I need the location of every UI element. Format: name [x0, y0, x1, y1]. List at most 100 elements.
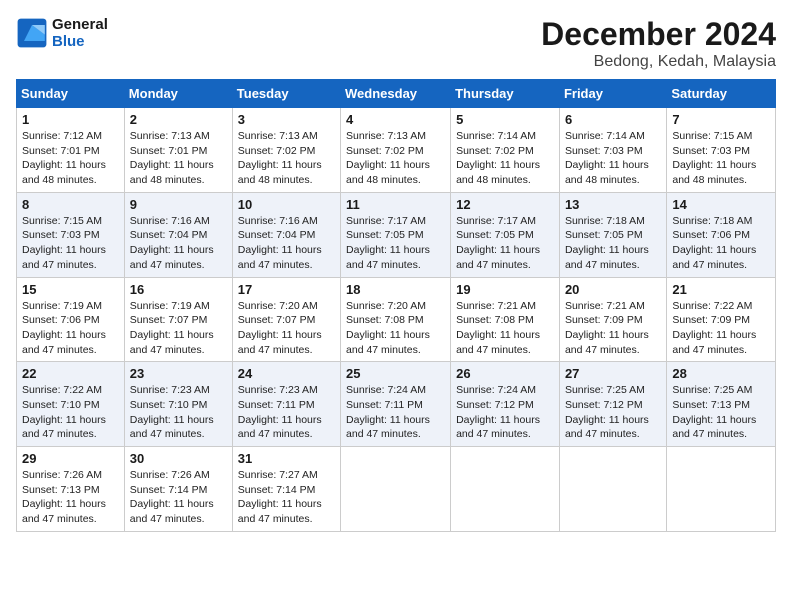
table-row: 10 Sunrise: 7:16 AM Sunset: 7:04 PM Dayl… [232, 192, 340, 277]
sunset-label: Sunset: 7:05 PM [346, 229, 424, 241]
table-row: 24 Sunrise: 7:23 AM Sunset: 7:11 PM Dayl… [232, 362, 340, 447]
table-row: 2 Sunrise: 7:13 AM Sunset: 7:01 PM Dayli… [124, 108, 232, 193]
col-friday: Friday [559, 80, 666, 108]
col-wednesday: Wednesday [341, 80, 451, 108]
sunrise-label: Sunrise: 7:12 AM [22, 130, 102, 142]
day-number: 10 [238, 197, 335, 212]
day-info: Sunrise: 7:26 AM Sunset: 7:13 PM Dayligh… [22, 468, 119, 527]
sunrise-label: Sunrise: 7:24 AM [456, 384, 536, 396]
table-row: 1 Sunrise: 7:12 AM Sunset: 7:01 PM Dayli… [17, 108, 125, 193]
day-info: Sunrise: 7:20 AM Sunset: 7:08 PM Dayligh… [346, 299, 445, 358]
table-row: 9 Sunrise: 7:16 AM Sunset: 7:04 PM Dayli… [124, 192, 232, 277]
table-row: 27 Sunrise: 7:25 AM Sunset: 7:12 PM Dayl… [559, 362, 666, 447]
calendar-header-row: Sunday Monday Tuesday Wednesday Thursday… [17, 80, 776, 108]
table-row: 28 Sunrise: 7:25 AM Sunset: 7:13 PM Dayl… [667, 362, 776, 447]
daylight-label: Daylight: 11 hours and 47 minutes. [238, 414, 322, 441]
day-number: 8 [22, 197, 119, 212]
day-info: Sunrise: 7:25 AM Sunset: 7:12 PM Dayligh… [565, 383, 661, 442]
sunset-label: Sunset: 7:10 PM [130, 399, 208, 411]
location: Bedong, Kedah, Malaysia [541, 53, 776, 71]
day-info: Sunrise: 7:23 AM Sunset: 7:11 PM Dayligh… [238, 383, 335, 442]
day-info: Sunrise: 7:14 AM Sunset: 7:03 PM Dayligh… [565, 129, 661, 188]
day-number: 7 [672, 112, 770, 127]
calendar-week-row: 1 Sunrise: 7:12 AM Sunset: 7:01 PM Dayli… [17, 108, 776, 193]
daylight-label: Daylight: 11 hours and 48 minutes. [456, 159, 540, 186]
sunset-label: Sunset: 7:03 PM [22, 229, 100, 241]
day-number: 5 [456, 112, 554, 127]
sunrise-label: Sunrise: 7:18 AM [672, 215, 752, 227]
daylight-label: Daylight: 11 hours and 47 minutes. [456, 244, 540, 271]
table-row: 30 Sunrise: 7:26 AM Sunset: 7:14 PM Dayl… [124, 447, 232, 532]
day-number: 28 [672, 366, 770, 381]
sunrise-label: Sunrise: 7:15 AM [22, 215, 102, 227]
sunrise-label: Sunrise: 7:26 AM [22, 469, 102, 481]
daylight-label: Daylight: 11 hours and 47 minutes. [565, 244, 649, 271]
day-number: 22 [22, 366, 119, 381]
daylight-label: Daylight: 11 hours and 47 minutes. [456, 414, 540, 441]
calendar-table: Sunday Monday Tuesday Wednesday Thursday… [16, 79, 776, 532]
table-row: 7 Sunrise: 7:15 AM Sunset: 7:03 PM Dayli… [667, 108, 776, 193]
sunrise-label: Sunrise: 7:25 AM [672, 384, 752, 396]
sunset-label: Sunset: 7:02 PM [238, 145, 316, 157]
sunset-label: Sunset: 7:06 PM [672, 229, 750, 241]
daylight-label: Daylight: 11 hours and 47 minutes. [346, 414, 430, 441]
day-info: Sunrise: 7:18 AM Sunset: 7:06 PM Dayligh… [672, 214, 770, 273]
day-number: 27 [565, 366, 661, 381]
sunrise-label: Sunrise: 7:17 AM [346, 215, 426, 227]
day-number: 6 [565, 112, 661, 127]
table-row: 15 Sunrise: 7:19 AM Sunset: 7:06 PM Dayl… [17, 277, 125, 362]
sunrise-label: Sunrise: 7:14 AM [456, 130, 536, 142]
daylight-label: Daylight: 11 hours and 47 minutes. [130, 329, 214, 356]
sunrise-label: Sunrise: 7:22 AM [22, 384, 102, 396]
daylight-label: Daylight: 11 hours and 48 minutes. [565, 159, 649, 186]
sunset-label: Sunset: 7:10 PM [22, 399, 100, 411]
logo: General Blue [16, 16, 108, 50]
daylight-label: Daylight: 11 hours and 48 minutes. [130, 159, 214, 186]
logo-line1: General [52, 16, 108, 33]
table-row: 3 Sunrise: 7:13 AM Sunset: 7:02 PM Dayli… [232, 108, 340, 193]
table-row: 17 Sunrise: 7:20 AM Sunset: 7:07 PM Dayl… [232, 277, 340, 362]
day-info: Sunrise: 7:16 AM Sunset: 7:04 PM Dayligh… [130, 214, 227, 273]
daylight-label: Daylight: 11 hours and 47 minutes. [672, 329, 756, 356]
day-info: Sunrise: 7:23 AM Sunset: 7:10 PM Dayligh… [130, 383, 227, 442]
sunset-label: Sunset: 7:13 PM [22, 484, 100, 496]
sunset-label: Sunset: 7:04 PM [130, 229, 208, 241]
day-number: 30 [130, 451, 227, 466]
sunset-label: Sunset: 7:14 PM [238, 484, 316, 496]
day-number: 9 [130, 197, 227, 212]
day-number: 31 [238, 451, 335, 466]
day-info: Sunrise: 7:20 AM Sunset: 7:07 PM Dayligh… [238, 299, 335, 358]
day-info: Sunrise: 7:22 AM Sunset: 7:09 PM Dayligh… [672, 299, 770, 358]
sunset-label: Sunset: 7:05 PM [456, 229, 534, 241]
table-row: 12 Sunrise: 7:17 AM Sunset: 7:05 PM Dayl… [451, 192, 560, 277]
table-row: 25 Sunrise: 7:24 AM Sunset: 7:11 PM Dayl… [341, 362, 451, 447]
table-row: 19 Sunrise: 7:21 AM Sunset: 7:08 PM Dayl… [451, 277, 560, 362]
sunset-label: Sunset: 7:02 PM [456, 145, 534, 157]
sunset-label: Sunset: 7:09 PM [672, 314, 750, 326]
col-sunday: Sunday [17, 80, 125, 108]
daylight-label: Daylight: 11 hours and 47 minutes. [130, 414, 214, 441]
daylight-label: Daylight: 11 hours and 47 minutes. [238, 329, 322, 356]
sunrise-label: Sunrise: 7:16 AM [238, 215, 318, 227]
table-row: 5 Sunrise: 7:14 AM Sunset: 7:02 PM Dayli… [451, 108, 560, 193]
sunset-label: Sunset: 7:11 PM [346, 399, 423, 411]
logo-icon [16, 17, 48, 49]
table-row [451, 447, 560, 532]
table-row: 18 Sunrise: 7:20 AM Sunset: 7:08 PM Dayl… [341, 277, 451, 362]
table-row: 29 Sunrise: 7:26 AM Sunset: 7:13 PM Dayl… [17, 447, 125, 532]
sunrise-label: Sunrise: 7:20 AM [346, 300, 426, 312]
day-number: 3 [238, 112, 335, 127]
day-info: Sunrise: 7:26 AM Sunset: 7:14 PM Dayligh… [130, 468, 227, 527]
day-info: Sunrise: 7:13 AM Sunset: 7:02 PM Dayligh… [238, 129, 335, 188]
sunrise-label: Sunrise: 7:17 AM [456, 215, 536, 227]
table-row: 23 Sunrise: 7:23 AM Sunset: 7:10 PM Dayl… [124, 362, 232, 447]
daylight-label: Daylight: 11 hours and 48 minutes. [346, 159, 430, 186]
day-number: 23 [130, 366, 227, 381]
day-number: 14 [672, 197, 770, 212]
daylight-label: Daylight: 11 hours and 47 minutes. [22, 414, 106, 441]
sunset-label: Sunset: 7:03 PM [672, 145, 750, 157]
table-row: 13 Sunrise: 7:18 AM Sunset: 7:05 PM Dayl… [559, 192, 666, 277]
calendar-week-row: 15 Sunrise: 7:19 AM Sunset: 7:06 PM Dayl… [17, 277, 776, 362]
sunset-label: Sunset: 7:12 PM [565, 399, 643, 411]
sunrise-label: Sunrise: 7:22 AM [672, 300, 752, 312]
